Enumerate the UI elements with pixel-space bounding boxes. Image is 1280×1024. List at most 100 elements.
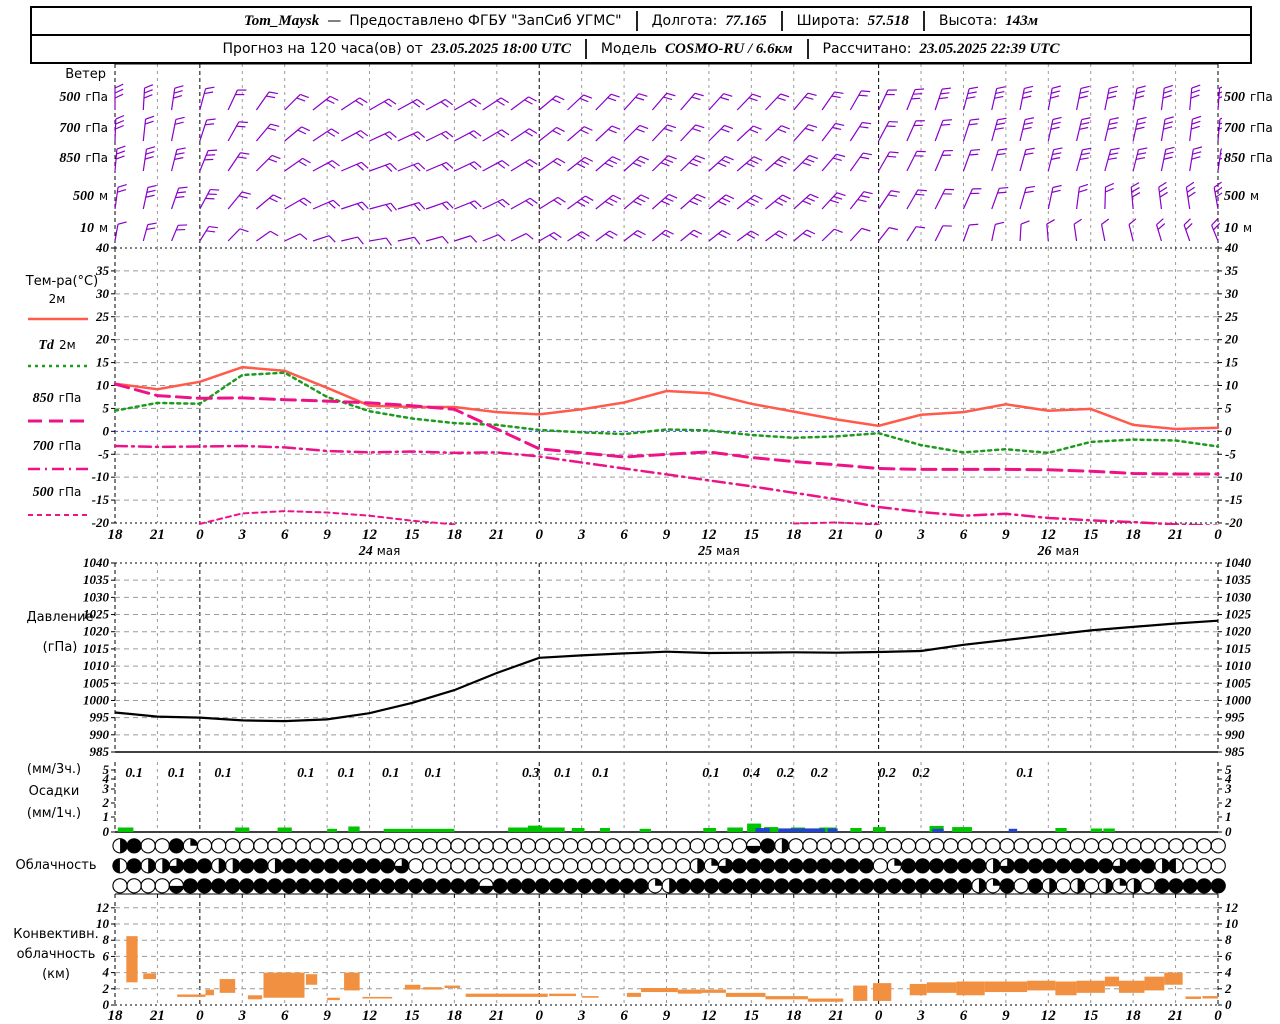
svg-text:-5: -5 xyxy=(1225,446,1236,461)
header-part: 23.05.2025 18:00 UTC xyxy=(430,40,571,57)
svg-text:-5: -5 xyxy=(98,446,109,461)
svg-text:2: 2 xyxy=(102,981,110,996)
svg-text:5: 5 xyxy=(1225,400,1232,415)
svg-text:6: 6 xyxy=(1225,948,1232,963)
svg-text:18: 18 xyxy=(786,1008,802,1024)
svg-text:20: 20 xyxy=(95,332,110,347)
svg-text:500м: 500 м xyxy=(1224,189,1259,204)
svg-text:-15: -15 xyxy=(92,492,110,507)
svg-text:5: 5 xyxy=(1225,762,1232,777)
header-row-forecast: Прогноз на 120 часа(ов) от 23.05.2025 18:… xyxy=(32,34,1250,62)
svg-text:6: 6 xyxy=(620,1008,628,1024)
convective-cloud-bars xyxy=(126,936,1218,1002)
svg-text:1035: 1035 xyxy=(1225,572,1252,587)
svg-text:995: 995 xyxy=(90,710,110,725)
header-part: Tom_Maysk xyxy=(243,12,320,29)
svg-text:0: 0 xyxy=(1225,997,1232,1012)
svg-text:1: 1 xyxy=(103,809,110,824)
svg-text:850гПа: 850 гПа xyxy=(1224,151,1273,166)
svg-text:40: 40 xyxy=(1224,240,1239,255)
header-separator xyxy=(780,11,783,31)
svg-text:18: 18 xyxy=(1126,1008,1142,1024)
svg-text:0: 0 xyxy=(196,527,204,543)
svg-text:10: 10 xyxy=(1225,378,1239,393)
svg-text:15: 15 xyxy=(1225,355,1239,370)
header-part: Предоставлено ФГБУ "ЗапСиб УГМС" xyxy=(349,13,622,29)
svg-text:25: 25 xyxy=(95,309,110,324)
conv-label-1: Конвективн. xyxy=(13,927,99,942)
svg-text:0: 0 xyxy=(1214,1008,1222,1024)
svg-text:1030: 1030 xyxy=(1225,589,1252,604)
svg-text:3: 3 xyxy=(577,527,586,543)
svg-text:1010: 1010 xyxy=(83,658,110,673)
svg-text:10м: 10 м xyxy=(80,221,108,236)
svg-text:2: 2 xyxy=(1224,795,1232,810)
svg-text:15: 15 xyxy=(96,355,110,370)
svg-text:0: 0 xyxy=(535,527,543,543)
svg-text:9: 9 xyxy=(1002,1008,1010,1024)
svg-text:1000: 1000 xyxy=(1225,692,1252,707)
svg-text:1: 1 xyxy=(1225,809,1232,824)
svg-text:12: 12 xyxy=(1041,1008,1057,1024)
conv-label-2: облачность xyxy=(16,947,96,962)
svg-text:500гПа: 500 гПа xyxy=(33,485,82,500)
svg-text:15: 15 xyxy=(1083,527,1099,543)
svg-text:21: 21 xyxy=(488,527,504,543)
svg-text:3: 3 xyxy=(238,527,247,543)
svg-text:1005: 1005 xyxy=(83,675,110,690)
svg-text:12: 12 xyxy=(701,1008,717,1024)
header-part: Высота: xyxy=(938,13,998,29)
svg-text:10: 10 xyxy=(96,378,110,393)
svg-text:0: 0 xyxy=(196,1008,204,1024)
svg-text:0: 0 xyxy=(103,423,110,438)
svg-text:985: 985 xyxy=(1225,744,1245,759)
header-part: 77.165 xyxy=(725,12,767,29)
svg-text:0.3: 0.3 xyxy=(522,766,540,781)
svg-text:25мая: 25 мая xyxy=(697,544,740,559)
svg-text:8: 8 xyxy=(1225,932,1232,947)
svg-text:1000: 1000 xyxy=(83,692,110,707)
header-part: Широта: xyxy=(796,13,860,29)
svg-text:0.1: 0.1 xyxy=(168,766,186,781)
svg-text:-10: -10 xyxy=(92,469,110,484)
svg-text:3: 3 xyxy=(916,527,925,543)
header-part: Рассчитано: xyxy=(822,41,912,57)
svg-text:25: 25 xyxy=(1224,309,1239,324)
svg-text:0: 0 xyxy=(1225,423,1232,438)
header-part: 23.05.2025 22:39 UTC xyxy=(919,40,1060,57)
svg-text:990: 990 xyxy=(90,727,110,742)
svg-text:-20: -20 xyxy=(1225,515,1243,530)
svg-text:1020: 1020 xyxy=(1225,624,1252,639)
svg-text:15: 15 xyxy=(744,527,760,543)
header-part: Модель xyxy=(600,41,658,57)
svg-text:0: 0 xyxy=(1214,527,1222,543)
pressure-label: Давление xyxy=(26,610,94,625)
svg-text:35: 35 xyxy=(1224,263,1239,278)
svg-text:0.1: 0.1 xyxy=(554,766,572,781)
svg-text:15: 15 xyxy=(404,527,420,543)
header-part: 57.518 xyxy=(867,12,909,29)
svg-text:3: 3 xyxy=(916,1008,925,1024)
temp-panel-title: Тем-ра(°C) xyxy=(25,274,99,289)
svg-text:12: 12 xyxy=(362,1008,378,1024)
svg-text:12: 12 xyxy=(1041,527,1057,543)
svg-text:24мая: 24 мая xyxy=(358,544,401,559)
cloud-panel-title: Облачность xyxy=(15,858,97,873)
header-part: — xyxy=(327,13,342,29)
svg-text:1040: 1040 xyxy=(83,555,110,570)
svg-text:9: 9 xyxy=(663,527,671,543)
svg-text:9: 9 xyxy=(323,1008,331,1024)
svg-text:2: 2 xyxy=(102,795,110,810)
svg-text:4: 4 xyxy=(1224,965,1232,980)
header-row-station: Tom_Maysk — Предоставлено ФГБУ "ЗапСиб УГМ… xyxy=(32,8,1250,34)
header-box: Tom_Maysk — Предоставлено ФГБУ "ЗапСиб УГМ… xyxy=(30,6,1252,64)
svg-text:21: 21 xyxy=(149,1008,165,1024)
svg-text:500гПа: 500 гПа xyxy=(1224,90,1273,105)
meteogram-canvas: 40 4035 3530 3025 2520 2015 1510 105 50 0-5 -5-10-… xyxy=(28,63,1273,1024)
svg-text:12: 12 xyxy=(96,900,110,915)
precip-label: Осадки xyxy=(28,784,80,799)
svg-text:9: 9 xyxy=(663,1008,671,1024)
svg-text:15: 15 xyxy=(1083,1008,1099,1024)
svg-text:0.1: 0.1 xyxy=(214,766,232,781)
svg-text:0.2: 0.2 xyxy=(810,766,828,781)
